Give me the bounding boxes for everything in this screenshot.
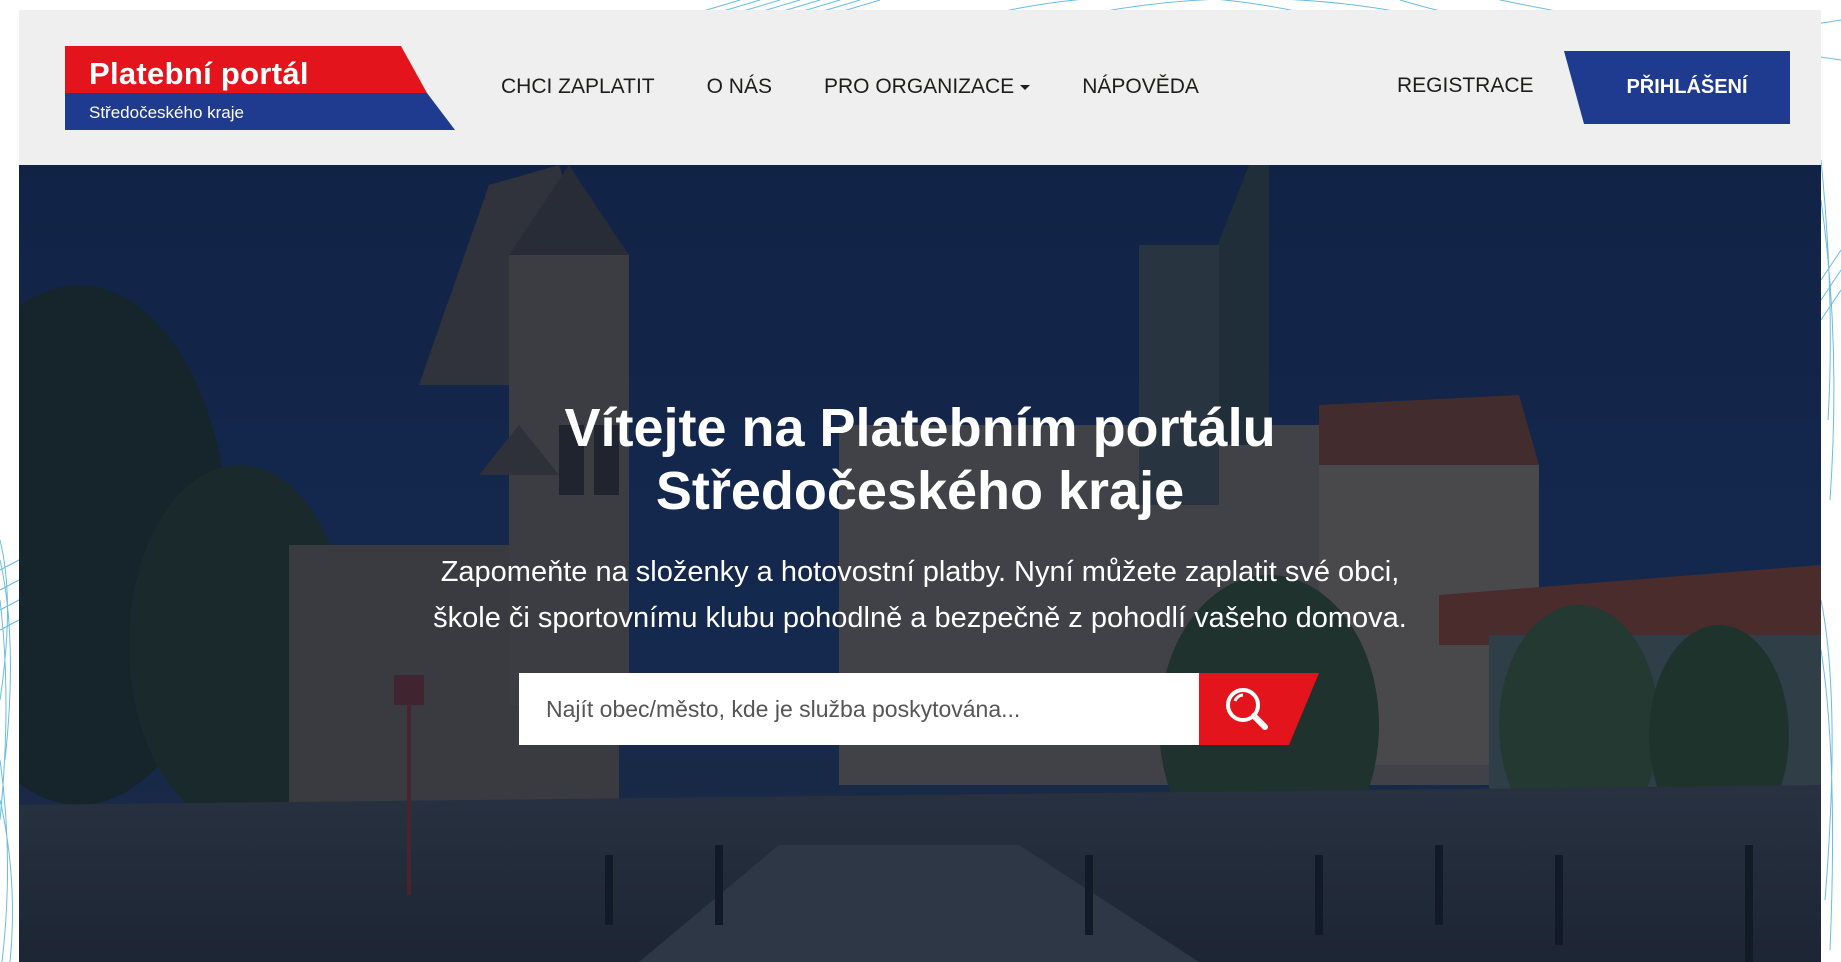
hero-subtitle: Zapomeňte na složenky a hotovostní platb… xyxy=(19,549,1821,641)
site-header: Platební portál Středočeského kraje CHCI… xyxy=(19,10,1821,165)
login-button-label: PŘIHLÁŠENÍ xyxy=(1626,76,1748,98)
browser-viewport: Platební portál Středočeského kraje CHCI… xyxy=(19,10,1821,962)
nav-item-pro-organizace-label: PRO ORGANIZACE xyxy=(823,75,1015,98)
hero-title-line-2: Středočeského kraje xyxy=(655,461,1185,521)
hero-section: Vítejte na Platebním portálu Středočeské… xyxy=(19,165,1821,962)
site-logo[interactable]: Platební portál Středočeského kraje xyxy=(65,46,455,130)
hero-title: Vítejte na Platebním portálu Středočeské… xyxy=(19,397,1821,523)
nav-item-chci-zaplatit[interactable]: CHCI ZAPLATIT xyxy=(501,75,655,99)
register-link[interactable]: REGISTRACE xyxy=(1397,74,1534,98)
hero-subtitle-line-1: Zapomeňte na složenky a hotovostní platb… xyxy=(440,556,1400,588)
hero-content: Vítejte na Platebním portálu Středočeské… xyxy=(19,165,1821,962)
logo-title: Platební portál xyxy=(89,56,309,91)
hero-subtitle-line-2: škole či sportovnímu klubu pohodlně a be… xyxy=(433,602,1407,634)
nav-item-o-nas[interactable]: O NÁS xyxy=(707,75,772,99)
logo-subtitle: Středočeského kraje xyxy=(89,103,244,122)
login-button[interactable]: PŘIHLÁŠENÍ xyxy=(1564,51,1790,124)
page: Platební portál Středočeského kraje CHCI… xyxy=(0,0,1841,962)
hero-title-line-1: Vítejte na Platebním portálu xyxy=(564,398,1276,458)
main-navigation: CHCI ZAPLATIT O NÁS PRO ORGANIZACE NÁPOV… xyxy=(501,72,1251,102)
nav-item-pro-organizace[interactable]: PRO ORGANIZACE xyxy=(823,75,1031,99)
nav-item-napoveda[interactable]: NÁPOVĚDA xyxy=(1082,75,1199,99)
chevron-down-icon xyxy=(1020,84,1031,90)
municipality-search xyxy=(519,673,1329,745)
search-icon xyxy=(1199,673,1319,745)
municipality-search-input[interactable] xyxy=(519,673,1201,745)
search-button[interactable] xyxy=(1199,673,1319,745)
